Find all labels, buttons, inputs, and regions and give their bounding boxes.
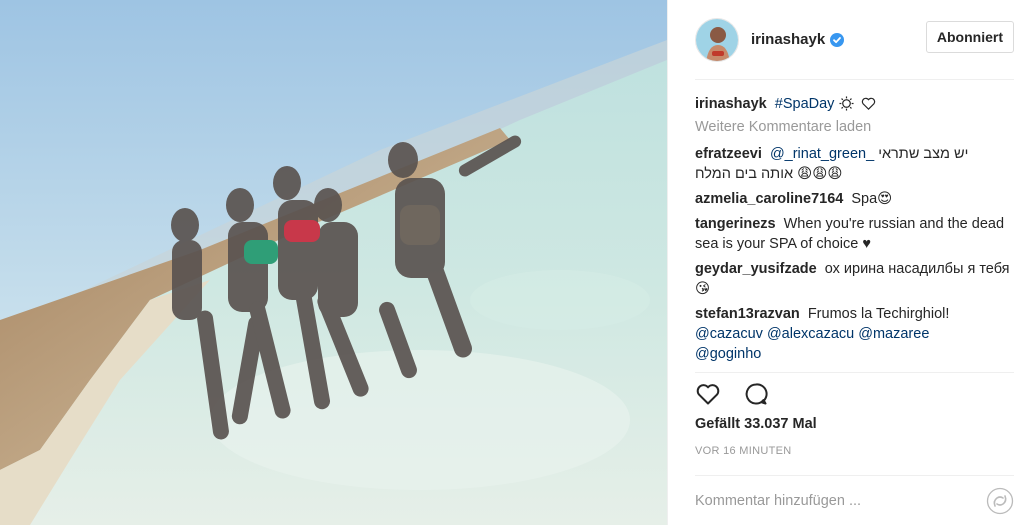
load-more-comments-link[interactable]: Weitere Kommentare laden [695, 119, 1014, 135]
sun-emoji-icon [839, 96, 854, 111]
comment-item: geydar_yusifzade ох ирина насадилбы я те… [695, 259, 1014, 299]
post-header: irinashayk Abonniert [695, 0, 1014, 80]
likes-count[interactable]: Gefällt 33.037 Mal [695, 416, 1014, 432]
comment-username[interactable]: efratzeevi [695, 146, 762, 162]
caption-username[interactable]: irinashayk [695, 96, 767, 112]
follow-button[interactable]: Abonniert [925, 21, 1014, 53]
weary-face-emoji-icon: 😩😩😩 [797, 166, 843, 182]
caption: irinashayk #SpaDay [695, 94, 1014, 114]
instagram-post: irinashayk Abonniert irinashayk #SpaDay [0, 0, 1024, 525]
comment-text: Frumos la Techirghiol! [807, 306, 950, 322]
comment-text: Spa [851, 191, 878, 207]
comment-text: ох ирина насадилбы я тебя [824, 261, 1010, 277]
add-comment-bar [695, 475, 1014, 525]
hashtag-link[interactable]: #SpaDay [775, 96, 835, 112]
header-username[interactable]: irinashayk [751, 31, 825, 48]
comment-username[interactable]: azmelia_caroline7164 [695, 191, 843, 207]
comments-list: irinashayk #SpaDay Weitere Kommentare la… [695, 80, 1014, 372]
post-timestamp[interactable]: VOR 16 MINUTEN [695, 445, 1014, 457]
beach-photo-image [0, 0, 667, 525]
comment-item: stefan13razvan Frumos la Techirghiol! @c… [695, 304, 1014, 364]
comment-username[interactable]: stefan13razvan [695, 306, 800, 322]
mention-link[interactable]: @alexcazacu [767, 326, 854, 342]
comment-username[interactable]: geydar_yusifzade [695, 261, 817, 277]
mention-link[interactable]: @mazaree [858, 326, 929, 342]
post-side-panel: irinashayk Abonniert irinashayk #SpaDay [667, 0, 1024, 525]
comment-item: efratzeevi @_rinat_green_ יש מצב שתראי א… [695, 144, 1014, 184]
comment-input[interactable] [695, 492, 986, 509]
mention-link[interactable]: @_rinat_green_ [770, 146, 874, 162]
mention-link[interactable]: @goginho [695, 346, 761, 362]
post-actions [695, 372, 1014, 414]
wink-emoji-icon: 😘 [695, 281, 711, 297]
comment-item: azmelia_caroline7164 Spa😍 [695, 189, 1014, 209]
black-heart-emoji-icon: ♥ [862, 236, 871, 252]
comment-text-rtl-2: אותה בים המלח [695, 166, 794, 182]
comment-item: tangerinezs When you're russian and the … [695, 214, 1014, 254]
comment-text-rtl-1: יש מצב שתראי [878, 146, 969, 162]
comment-icon[interactable] [743, 381, 769, 407]
heart-icon[interactable] [695, 381, 721, 407]
heart-emoji-icon [861, 97, 875, 110]
avatar[interactable] [695, 17, 739, 62]
mention-link[interactable]: @cazacuv [695, 326, 763, 342]
post-photo[interactable] [0, 0, 667, 525]
more-options-icon[interactable] [986, 487, 1014, 515]
heart-eyes-emoji-icon: 😍 [877, 191, 893, 207]
verified-badge-icon [830, 32, 845, 47]
comment-username[interactable]: tangerinezs [695, 216, 776, 232]
